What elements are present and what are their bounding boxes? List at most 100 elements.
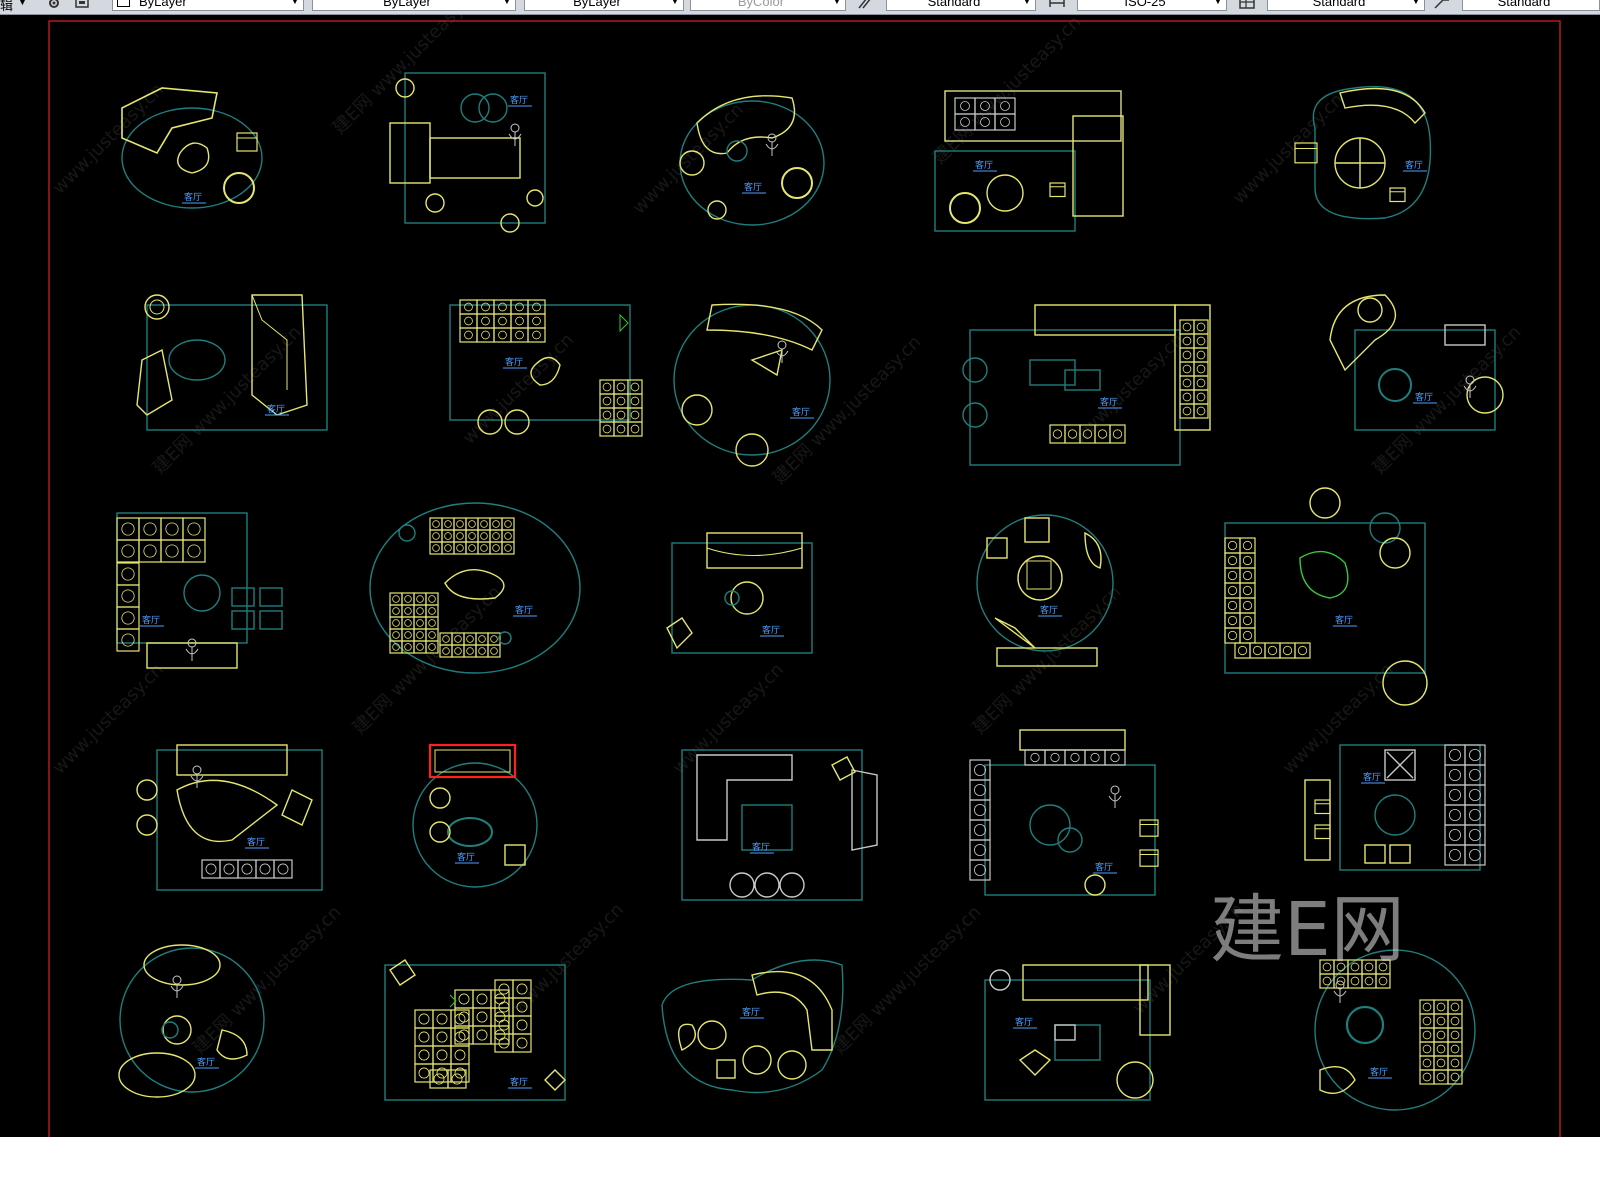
chevron-down-icon: ▼ bbox=[1022, 0, 1032, 6]
cad-circle bbox=[1469, 788, 1482, 801]
cad-rect bbox=[1419, 999, 1435, 1015]
cad-ellipse bbox=[673, 304, 831, 456]
match-properties-icon[interactable] bbox=[74, 0, 92, 12]
dimension-style-icon[interactable] bbox=[1048, 0, 1066, 12]
cad-path bbox=[544, 1069, 566, 1091]
dimension-style-dropdown[interactable]: ISO-25 ▼ bbox=[1077, 0, 1227, 11]
cad-circle bbox=[1116, 1061, 1154, 1099]
room-label: 客厅 bbox=[792, 406, 810, 418]
cad-rect bbox=[1447, 1041, 1463, 1057]
cad-circle bbox=[456, 520, 464, 528]
lineweight-control-dropdown[interactable]: ByLayer ▼ bbox=[524, 0, 684, 11]
cad-circle bbox=[616, 424, 626, 434]
cad-circle bbox=[1322, 976, 1332, 986]
gear-icon[interactable] bbox=[46, 0, 64, 12]
cad-circle bbox=[444, 544, 452, 552]
cad-circle bbox=[1112, 429, 1123, 439]
cad-rect bbox=[477, 529, 491, 543]
sofa-grid bbox=[599, 379, 643, 437]
cad-rect bbox=[1239, 612, 1256, 629]
watermark-text: www.justeasy.cn bbox=[1069, 329, 1188, 448]
cad-rect bbox=[613, 379, 629, 395]
cad-rect bbox=[994, 113, 1016, 131]
living-room-20: 客厅 bbox=[1304, 744, 1486, 871]
cad-rect bbox=[116, 517, 140, 541]
cad-rect bbox=[613, 421, 629, 437]
color-control-value: ByLayer bbox=[139, 0, 187, 9]
cad-rect bbox=[425, 604, 439, 618]
chair-icon bbox=[236, 132, 258, 152]
cad-rect bbox=[259, 587, 283, 607]
cad-rect bbox=[138, 539, 162, 563]
room-label: 客厅 bbox=[762, 624, 780, 636]
cad-rect bbox=[476, 327, 495, 343]
cad-rect bbox=[1419, 1013, 1435, 1029]
cad-rect bbox=[1239, 627, 1256, 644]
cad-rect bbox=[1444, 824, 1466, 846]
cad-circle bbox=[454, 647, 462, 655]
table-style-dropdown[interactable]: Standard ▼ bbox=[1267, 0, 1425, 11]
cad-circle bbox=[418, 1013, 430, 1025]
cad-circle bbox=[436, 1049, 448, 1061]
linetype-control-dropdown[interactable]: ByLayer ▼ bbox=[312, 0, 516, 11]
cad-circle bbox=[1466, 376, 1504, 414]
drawing-canvas[interactable]: www.justeasy.cn 建E网 www.justeasy.cn www.ju… bbox=[0, 15, 1600, 1137]
cad-path bbox=[1339, 87, 1426, 125]
cad-circle bbox=[1436, 1044, 1446, 1054]
cad-circle bbox=[1196, 392, 1206, 402]
cad-circle bbox=[1378, 368, 1412, 402]
watermark-text: 建E网 www.justeasy.cn bbox=[929, 15, 1086, 169]
cad-circle bbox=[1242, 540, 1253, 551]
cad-path bbox=[176, 779, 279, 842]
watermark-text: www.justeasy.cn bbox=[49, 659, 168, 778]
chevron-down-icon: ▼ bbox=[1213, 0, 1223, 6]
multileader-style-dropdown[interactable]: Standard bbox=[1462, 0, 1600, 11]
dropdown-arrow-icon[interactable]: ▼ bbox=[18, 0, 36, 13]
cad-rect bbox=[160, 539, 184, 563]
living-room-18: 客厅 bbox=[681, 749, 878, 901]
cad-circle bbox=[1110, 752, 1120, 763]
cad-circle bbox=[1422, 1058, 1432, 1068]
cad-circle bbox=[1196, 322, 1206, 332]
cad-circle bbox=[532, 316, 541, 326]
cad-circle bbox=[466, 635, 474, 643]
cad-rect bbox=[493, 327, 512, 343]
multileader-style-icon[interactable] bbox=[1433, 0, 1451, 12]
plot-style-control-dropdown[interactable]: ByColor ▼ bbox=[690, 0, 846, 11]
room-label: 客厅 bbox=[975, 159, 993, 171]
cad-circle bbox=[1469, 828, 1482, 841]
living-room-16: 客厅 bbox=[136, 744, 323, 891]
cad-ellipse bbox=[168, 339, 226, 381]
cad-circle bbox=[468, 520, 476, 528]
text-style-dropdown[interactable]: Standard ▼ bbox=[886, 0, 1036, 11]
cad-rect bbox=[501, 517, 515, 531]
cad-rect bbox=[1294, 642, 1311, 659]
cad-rect bbox=[527, 313, 546, 329]
cad-circle bbox=[1196, 364, 1206, 374]
cad-circle bbox=[416, 631, 424, 639]
table-style-icon[interactable] bbox=[1238, 0, 1256, 12]
cad-rect bbox=[1314, 799, 1331, 815]
cad-rect bbox=[413, 592, 427, 606]
cad-circle bbox=[754, 872, 780, 898]
cad-circle bbox=[481, 316, 490, 326]
cad-rect bbox=[1064, 369, 1101, 391]
color-control-dropdown[interactable]: ByLayer ▼ bbox=[112, 0, 304, 11]
cad-rect bbox=[969, 799, 991, 821]
cad-circle bbox=[416, 607, 424, 615]
cad-rect bbox=[489, 517, 503, 531]
sofa-grid bbox=[969, 759, 991, 881]
cad-circle bbox=[456, 544, 464, 552]
cad-circle bbox=[510, 123, 520, 133]
cad-rect bbox=[476, 299, 495, 315]
text-style-icon[interactable] bbox=[857, 0, 875, 12]
cad-path bbox=[1319, 1066, 1356, 1094]
living-room-23: 客厅 bbox=[661, 959, 844, 1094]
room-label: 客厅 bbox=[1100, 396, 1118, 408]
cad-circle bbox=[498, 1019, 510, 1031]
cad-circle bbox=[1182, 392, 1192, 402]
cad-circle bbox=[492, 544, 500, 552]
room-label: 客厅 bbox=[1370, 1066, 1388, 1078]
plot-style-control-value: ByColor bbox=[737, 0, 785, 9]
sofa-grid bbox=[1419, 999, 1463, 1085]
